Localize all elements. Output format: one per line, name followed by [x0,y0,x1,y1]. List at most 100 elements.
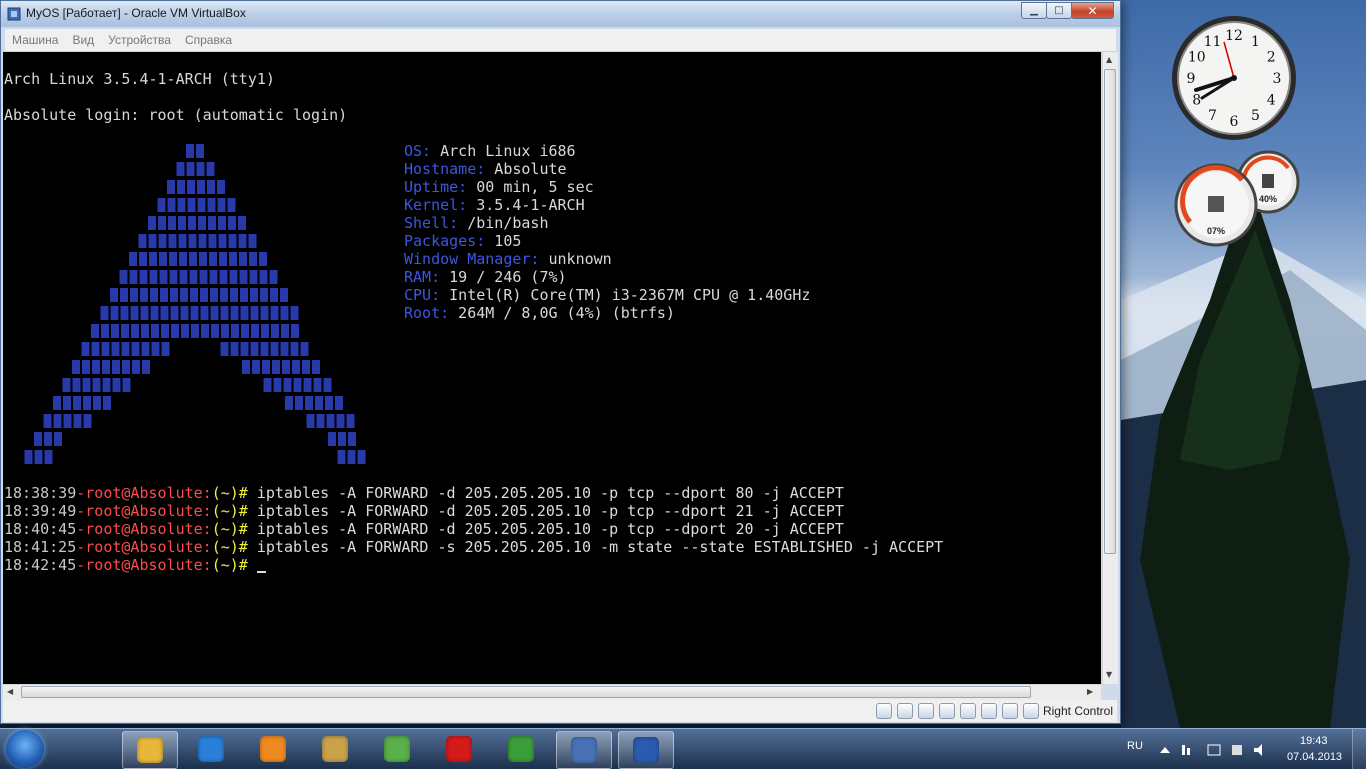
command-text: iptables -A FORWARD -d 205.205.205.10 -p… [247,484,844,502]
title-bar[interactable]: MyOS [Работает] - Oracle VM VirtualBox ▁… [1,1,1120,27]
prompt-path: (~)# [211,520,248,538]
sysinfo-value: 105 [485,232,522,250]
shared-folders-icon[interactable] [959,703,976,719]
command-line: 18:41:25-root@Absolute:(~)# iptables -A … [4,538,943,556]
prompt-time: 18:38:39 [4,484,77,502]
prompt-path: (~)# [211,556,248,574]
clock-number: 2 [1267,50,1276,66]
internet-explorer-icon [198,736,224,762]
clock-date[interactable]: 07.04.2013 [1287,751,1342,763]
sysinfo-line: Uptime: 00 min, 5 sec [404,178,594,196]
keyboard-capture-icon[interactable] [1022,703,1039,719]
prompt-time: 18:42:45 [4,556,77,574]
taskbar-paint-button[interactable] [308,731,362,767]
vm-display[interactable]: Arch Linux 3.5.4-1-ARCH (tty1) Absolute … [3,52,1101,684]
taskbar-messenger-button[interactable] [370,731,424,767]
scroll-left-icon[interactable]: ◀ [7,687,13,696]
network-status-icon [1207,744,1221,756]
prompt-user: -root@Absolute: [76,520,212,538]
taskbar-media-player-button[interactable] [246,731,300,767]
sysinfo-line: Root: 264M / 8,0G (4%) (btrfs) [404,304,675,322]
clock-number: 3 [1273,71,1282,87]
scroll-right-icon[interactable]: ▶ [1087,687,1093,696]
prompt-time: 18:39:49 [4,502,77,520]
usb-tray-icon [1232,745,1242,755]
clock-time[interactable]: 19:43 [1300,735,1328,747]
hard-disk-icon[interactable] [875,703,892,719]
menu-view[interactable]: Вид [65,29,101,51]
terminal-banner: Arch Linux 3.5.4-1-ARCH (tty1) [4,70,275,88]
command-line: 18:38:39-root@Absolute:(~)# iptables -A … [4,484,844,502]
horizontal-scrollbar[interactable]: ◀ ▶ [3,684,1101,700]
volume-icon [1254,744,1262,756]
sysinfo-line: RAM: 19 / 246 (7%) [404,268,567,286]
sysinfo-value: Intel(R) Core(TM) i3-2367M CPU @ 1.40GHz [440,286,811,304]
terminal-cursor [256,571,266,573]
sysinfo-key: CPU: [404,286,441,304]
sysinfo-line: Packages: 105 [404,232,521,250]
scroll-down-icon[interactable]: ▼ [1106,670,1112,679]
menu-bar: Машина Вид Устройства Справка [5,29,1116,52]
sysinfo-key: Root: [404,304,450,322]
chrome-icon [508,736,534,762]
minimize-button[interactable]: ▁ [1021,2,1047,19]
clock-number: 12 [1225,28,1243,44]
menu-help[interactable]: Справка [178,29,239,51]
command-text [248,556,257,574]
prompt-user: -root@Absolute: [76,484,212,502]
sysinfo-line: Hostname: Absolute [404,160,567,178]
tray-icons [1160,744,1262,756]
horizontal-scroll-thumb[interactable] [21,686,1031,698]
messenger-icon [384,736,410,762]
vertical-scrollbar[interactable]: ▲ ▼ [1102,52,1118,684]
sysinfo-key: OS: [404,142,432,160]
prompt-user: -root@Absolute: [76,538,212,556]
optical-drive-icon[interactable] [896,703,913,719]
prompt-time: 18:40:45 [4,520,77,538]
taskbar-internet-explorer-button[interactable] [184,731,238,767]
taskbar-virtualbox-button[interactable] [556,731,612,769]
close-button[interactable]: ✕ [1071,2,1114,19]
usb-icon[interactable] [917,703,934,719]
clock-number: 10 [1188,50,1206,66]
command-line: 18:40:45-root@Absolute:(~)# iptables -A … [4,520,844,538]
cpu-meter-gadget[interactable]: 40% 07% [1170,150,1305,250]
sysinfo-value: Absolute [485,160,567,178]
sysinfo-value: 264M / 8,0G (4%) (btrfs) [449,304,675,322]
command-line: 18:39:49-root@Absolute:(~)# iptables -A … [4,502,844,520]
clock-number: 6 [1230,114,1239,130]
sysinfo-key: Uptime: [404,178,468,196]
sysinfo-line: Window Manager: unknown [404,250,612,268]
prompt-user: -root@Absolute: [76,502,212,520]
show-hidden-icons-icon[interactable] [1160,747,1170,753]
show-desktop-button[interactable] [1352,729,1366,769]
sysinfo-key: RAM: [404,268,441,286]
clock-gadget[interactable]: 12 12 3 45678 9 1011 [1168,12,1300,144]
taskbar-word-button[interactable] [618,731,674,769]
taskbar-chrome-button[interactable] [494,731,548,767]
explorer-icon [137,737,163,763]
prompt-user: -root@Absolute: [76,556,212,574]
menu-devices[interactable]: Устройства [101,29,178,51]
command-text: iptables -A FORWARD -d 205.205.205.10 -p… [247,520,844,538]
signal-icon [1182,745,1185,755]
media-player-icon [260,736,286,762]
network-icon[interactable] [938,703,955,719]
host-key-label: Right Control [1042,704,1113,718]
taskbar-explorer-button[interactable] [122,731,178,769]
sysinfo-key: Packages: [404,232,486,250]
language-indicator[interactable]: RU [1127,740,1143,752]
clock-number: 8 [1192,93,1201,109]
opera-icon [446,736,472,762]
maximize-button[interactable]: □ [1046,2,1072,19]
scroll-up-icon[interactable]: ▲ [1106,55,1112,64]
terminal-login: Absolute login: root (automatic login) [4,106,348,124]
window-title: MyOS [Работает] - Oracle VM VirtualBox [26,6,246,20]
prompt-path: (~)# [211,484,248,502]
vertical-scroll-thumb[interactable] [1104,69,1116,554]
start-button[interactable] [6,730,44,768]
video-capture-icon[interactable] [980,703,997,719]
taskbar-opera-button[interactable] [432,731,486,767]
sysinfo-value: 3.5.4-1-ARCH [467,196,585,214]
menu-machine[interactable]: Машина [5,29,65,51]
